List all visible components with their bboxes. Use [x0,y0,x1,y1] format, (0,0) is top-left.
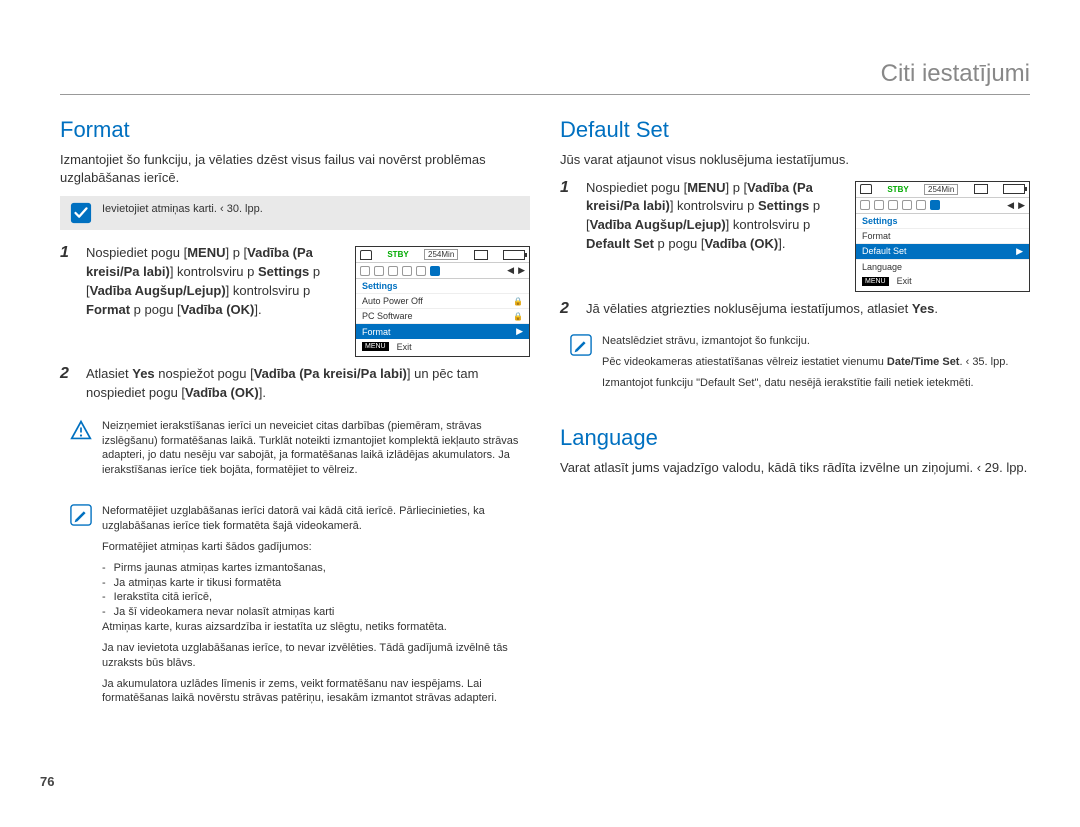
warning-note: Neizņemiet ierakstīšanas ierīci un nevei… [60,413,530,484]
screen-item: Format [856,228,1029,243]
card-icon [974,184,988,194]
camera-screen-default: STBY 254Min ◀▶ Settings Format [855,181,1030,292]
step-text: Jā vēlaties atgriezties noklusējuma iest… [586,300,1030,319]
prerequisite-text: Ievietojiet atmiņas karti. ‹ 30. lpp. [102,202,520,217]
format-intro: Izmantojiet šo funkciju, ja vēlaties dzē… [60,151,530,186]
right-column: Default Set Jūs varat atjaunot visus nok… [560,113,1030,732]
screen-item-selected: Format▶ [356,323,529,339]
step-number: 1 [60,244,76,262]
format-heading: Format [60,117,530,143]
step-number: 1 [560,179,576,197]
step-number: 2 [560,300,576,318]
tip-text: Neatslēdziet strāvu, izmantojot šo funkc… [602,334,1020,397]
camcorder-icon [860,184,872,194]
screen-item: PC Software🔒 [356,308,529,323]
pencil-icon [70,504,92,526]
page-title: Citi iestatījumi [60,60,1030,95]
card-icon [474,250,488,260]
format-step-1: 1 Nospiediet pogu [MENU] p [Vadība (Pa k… [60,244,530,357]
check-icon [70,202,92,224]
default-step-1: 1 Nospiediet pogu [MENU] p [Vadība (Pa k… [560,179,1030,292]
screen-section: Settings [856,214,1029,228]
battery-icon [1003,184,1025,194]
warning-text: Neizņemiet ierakstīšanas ierīci un nevei… [102,419,520,478]
warning-icon [70,419,92,441]
mode-icons-row: ◀▶ [356,263,529,279]
language-heading: Language [560,425,1030,451]
tip-note: Neatslēdziet strāvu, izmantojot šo funkc… [560,328,1030,403]
page-number: 76 [40,774,54,789]
menu-badge: MENU [862,277,889,286]
screen-item-selected: Default Set▶ [856,243,1029,259]
menu-badge: MENU [362,342,389,351]
language-intro: Varat atlasīt jums vajadzīgo valodu, kād… [560,459,1030,477]
camera-screen-format: STBY 254Min ◀▶ Settings Auto Power Off🔒 [355,246,530,357]
stby-label: STBY [887,185,908,194]
battery-icon [503,250,525,260]
time-remaining: 254Min [924,184,958,195]
pencil-icon [570,334,592,356]
screen-section: Settings [356,279,529,293]
default-set-heading: Default Set [560,117,1030,143]
left-column: Format Izmantojiet šo funkciju, ja vēlat… [60,113,530,732]
mode-icons-row: ◀▶ [856,198,1029,214]
default-set-intro: Jūs varat atjaunot visus noklusējuma ies… [560,151,1030,169]
format-step-2: 2 Atlasiet Yes nospiežot pogu [Vadība (P… [60,365,530,403]
step-text: Nospiediet pogu [MENU] p [Vadība (Pa kre… [586,179,841,254]
screen-item: Language [856,259,1029,274]
camcorder-icon [360,250,372,260]
step-text: Atlasiet Yes nospiežot pogu [Vadība (Pa … [86,365,530,403]
step-number: 2 [60,365,76,383]
prerequisite-note: Ievietojiet atmiņas karti. ‹ 30. lpp. [60,196,530,230]
time-remaining: 254Min [424,249,458,260]
step-text: Nospiediet pogu [MENU] p [Vadība (Pa kre… [86,244,341,319]
default-step-2: 2 Jā vēlaties atgriezties noklusējuma ie… [560,300,1030,319]
stby-label: STBY [387,250,408,259]
tip-note: Neformatējiet uzglabāšanas ierīci datorā… [60,498,530,718]
screen-item: Auto Power Off🔒 [356,293,529,308]
tip-text: Neformatējiet uzglabāšanas ierīci datorā… [102,504,520,712]
